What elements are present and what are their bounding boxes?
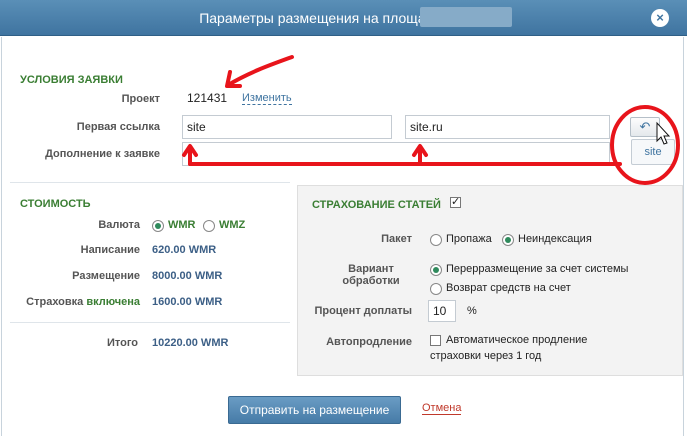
package-label: Пакет: [381, 233, 412, 245]
redacted-site-name: [420, 7, 512, 27]
suggestion-tooltip[interactable]: site: [631, 139, 675, 165]
autorenew-text-2: страховки через 1 год: [430, 350, 542, 362]
variant-replace-radio[interactable]: [430, 264, 442, 276]
insurance-cost-label-row: Страховка включена: [10, 296, 140, 308]
insurance-enabled-checkbox[interactable]: [450, 195, 461, 208]
change-project-link[interactable]: Изменить: [242, 92, 292, 105]
currency-label: Валюта: [98, 219, 140, 231]
autorenew-checkbox[interactable]: [430, 335, 441, 346]
percent-label: Процент доплаты: [314, 305, 412, 317]
placement-value: 8000.00 WMR: [152, 270, 223, 282]
total-label: Итого: [106, 337, 138, 349]
variant-label-row: Вариант обработки: [330, 263, 412, 287]
currency-wmz-label: WMZ: [219, 219, 246, 231]
addition-label: Дополнение к заявке: [45, 148, 160, 160]
cost-section-title: СТОИМОСТЬ: [20, 198, 91, 210]
url-input[interactable]: [405, 115, 610, 139]
percent-input[interactable]: [428, 300, 456, 322]
first-link-input[interactable]: [182, 115, 392, 139]
undo-button[interactable]: ↶: [630, 117, 660, 137]
package-loss-label: Пропажа: [446, 233, 492, 245]
autorenew-label: Автопродление: [326, 336, 412, 348]
variant-label-2: обработки: [342, 275, 400, 287]
dialog-title: Параметры размещения на площадке: [199, 10, 448, 26]
variant-replace-label: Перерразмещение за счет системы: [446, 263, 629, 275]
project-label: Проект: [121, 93, 160, 105]
insurance-cost-value: 1600.00 WMR: [152, 296, 223, 308]
conditions-section-title: УСЛОВИЯ ЗАЯВКИ: [20, 74, 123, 86]
undo-icon: ↶: [639, 119, 651, 134]
package-noindex-label: Неиндексация: [518, 233, 592, 245]
total-value: 10220.00 WMR: [152, 337, 229, 349]
addition-input[interactable]: [182, 142, 610, 166]
variant-refund-label: Возврат средств на счет: [446, 282, 571, 294]
writing-value: 620.00 WMR: [152, 244, 217, 256]
currency-wmr-label: WMR: [168, 219, 196, 231]
placement-label: Размещение: [72, 270, 140, 282]
first-link-label: Первая ссылка: [76, 121, 160, 133]
autorenew-text-1: Автоматическое продление: [446, 334, 588, 346]
insurance-status: включена: [86, 296, 140, 308]
package-loss-radio[interactable]: [430, 234, 442, 246]
currency-wmr-radio[interactable]: [152, 220, 164, 232]
variant-refund-radio[interactable]: [430, 283, 442, 295]
insurance-section-title: СТРАХОВАНИЕ СТАТЕЙ: [312, 199, 441, 211]
writing-label: Написание: [80, 244, 140, 256]
variant-label-1: Вариант: [348, 263, 394, 275]
close-icon[interactable]: ×: [651, 9, 669, 27]
divider: [10, 182, 290, 183]
percent-unit: %: [467, 305, 477, 317]
divider: [10, 322, 290, 323]
package-noindex-radio[interactable]: [502, 234, 514, 246]
cancel-link[interactable]: Отмена: [422, 402, 462, 415]
project-value: 121431: [187, 91, 228, 105]
submit-button[interactable]: Отправить на размещение: [228, 396, 401, 424]
currency-wmz-radio[interactable]: [203, 220, 215, 232]
dialog-titlebar: Параметры размещения на площадке ×: [0, 0, 687, 36]
insurance-cost-label: Страховка: [26, 296, 84, 308]
